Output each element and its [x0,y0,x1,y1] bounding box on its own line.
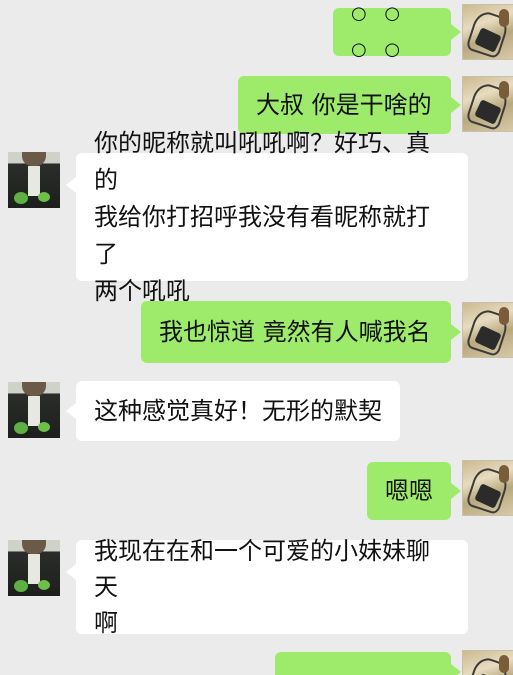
outgoing-message[interactable]: 我也惊道 竟然有人喊我名 [141,301,461,363]
contact-avatar[interactable] [8,540,60,596]
self-avatar[interactable] [462,650,513,675]
message-text: 嗯嗯 [385,477,433,505]
message-line: 啊 [94,609,118,637]
contact-avatar[interactable] [8,382,60,438]
chat-window: ○ ○ ○ ○ 大叔 你是干啥的 你的昵称就叫吼吼啊？好巧、真的 我给你打招呼我… [0,0,513,675]
self-avatar[interactable] [462,302,513,358]
self-avatar[interactable] [462,4,513,60]
incoming-message[interactable]: 你的昵称就叫吼吼啊？好巧、真的 我给你打招呼我没有看昵称就打了 两个吼吼 [66,129,468,305]
outgoing-message[interactable]: ○ ○ ○ ○ [333,3,461,60]
message-line: 我现在在和一个可爱的小妹妹聊天 [94,537,430,601]
outgoing-message[interactable]: 嗯嗯 [367,462,461,520]
message-text: 这种感觉真好！无形的默契 [94,397,382,425]
message-text: 大叔 你是干啥的 [256,91,432,119]
message-line: 我给你打招呼我没有看昵称就打了 [94,202,430,268]
message-text: 我也惊道 竟然有人喊我名 [159,318,431,346]
incoming-message[interactable]: 我现在在和一个可爱的小妹妹聊天 啊 [66,537,468,637]
message-line: 你的昵称就叫吼吼啊？好巧、真的 [94,128,430,194]
message-text: ○ ○ ○ ○ [351,3,407,60]
self-avatar[interactable] [462,76,513,132]
incoming-message[interactable]: 这种感觉真好！无形的默契 [66,381,400,441]
self-avatar[interactable] [462,460,513,516]
outgoing-message[interactable] [275,652,461,675]
contact-avatar[interactable] [8,152,60,208]
